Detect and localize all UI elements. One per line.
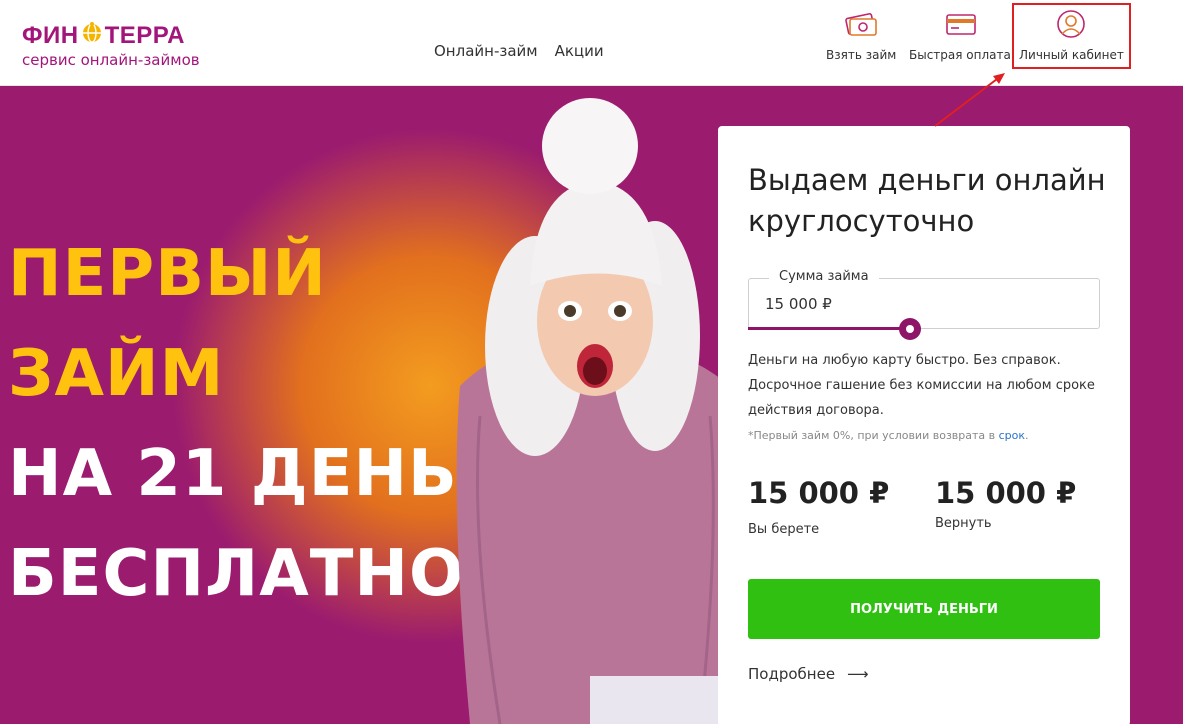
page: ФИН ТЕРРА сервис онлайн-займов Онлайн-за… <box>0 0 1183 724</box>
loan-amount-slider[interactable] <box>748 318 1100 340</box>
annotation-arrow <box>934 73 1005 127</box>
arrow-right-icon: ⟶ <box>847 665 869 683</box>
card-description: Деньги на любую карту быстро. Без справо… <box>748 353 1095 418</box>
loan-amount-value: 15 000 ₽ <box>765 295 832 313</box>
give-caption: Вы берете <box>748 522 820 537</box>
take-loan-button[interactable]: Взять займ <box>826 10 896 62</box>
card-icon <box>943 10 977 42</box>
quick-pay-button[interactable]: Быстрая оплата <box>909 10 1011 62</box>
more-link[interactable]: Подробнее ⟶ <box>748 665 869 683</box>
return-amount: 15 000 ₽ <box>935 476 1077 510</box>
hero-line-4-wrap: БЕСПЛАТНО* <box>8 524 483 624</box>
hero-headline: ПЕРВЫЙ ЗАЙМ НА 21 ДЕНЬ БЕСПЛАТНО* <box>8 224 483 624</box>
hero-line-3: НА 21 ДЕНЬ <box>8 437 458 511</box>
slider-handle[interactable] <box>898 318 921 340</box>
take-loan-label: Взять займ <box>826 48 897 62</box>
annotation-highlight-box <box>1012 3 1131 69</box>
loan-amount-label: Сумма займа <box>769 269 879 284</box>
hero-woman-image <box>456 98 730 724</box>
return-caption: Вернуть <box>935 516 992 531</box>
return-amount-block: 15 000 ₽ Вернуть <box>935 476 1076 531</box>
card-footnote-end: . <box>1025 429 1029 442</box>
give-amount-block: 15 000 ₽ Вы берете <box>748 476 889 537</box>
hero-line-1: ПЕРВЫЙ <box>8 237 327 311</box>
hero-line-2: ЗАЙМ <box>8 337 225 411</box>
hero-line-4: БЕСПЛАТНО <box>8 537 465 611</box>
hero-banner: ПЕРВЫЙ ЗАЙМ НА 21 ДЕНЬ БЕСПЛАТНО* <box>0 86 1183 724</box>
loan-amount-field[interactable]: Сумма займа 15 000 ₽ <box>748 269 1100 329</box>
card-footnote: *Первый займ 0%, при условии возврата в … <box>748 429 1029 442</box>
slider-fill <box>748 327 910 330</box>
header-actions: Взять займ Быстрая оплата Личный кабинет <box>0 10 1183 70</box>
term-link[interactable]: срок <box>999 429 1025 442</box>
money-icon <box>844 10 878 42</box>
loan-card: Выдаем деньги онлайн круглосуточно Сумма… <box>718 126 1130 724</box>
quick-pay-label: Быстрая оплата <box>909 48 1011 62</box>
more-label: Подробнее <box>748 665 836 683</box>
card-footnote-text: *Первый займ 0%, при условии возврата в <box>748 429 999 442</box>
card-title: Выдаем деньги онлайн круглосуточно <box>748 163 1106 238</box>
get-money-button[interactable]: ПОЛУЧИТЬ ДЕНЬГИ <box>748 579 1100 639</box>
give-amount: 15 000 ₽ <box>748 476 890 510</box>
